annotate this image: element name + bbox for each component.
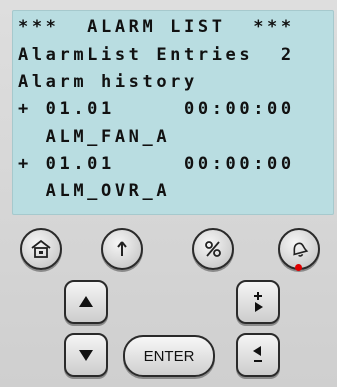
decrement-button[interactable] [236, 333, 280, 377]
lcd-alarm-2-time: + 01.01 00:00:00 [18, 154, 295, 174]
down-button[interactable] [64, 333, 108, 377]
lcd-alarm-2-name: ALM_OVR_A [18, 181, 171, 201]
percent-button[interactable] [192, 228, 234, 270]
up-button[interactable] [64, 280, 108, 324]
info-icon [117, 241, 127, 256]
alarm-indicator-led [295, 264, 302, 271]
home-icon [31, 239, 51, 258]
enter-button[interactable]: ENTER [123, 335, 215, 377]
arrow-up-icon [79, 296, 93, 307]
lcd-alarm-1-time: + 01.01 00:00:00 [18, 99, 295, 119]
decrement-icon [253, 346, 262, 362]
lcd-alarm-1-name: ALM_FAN_A [18, 127, 171, 147]
arrow-down-icon [79, 350, 93, 361]
lcd-entries-line: AlarmList Entries 2 [18, 45, 295, 65]
increment-icon [254, 292, 263, 312]
hmi-panel: *** ALARM LIST *** AlarmList Entries 2 A… [0, 0, 337, 387]
percent-icon [205, 241, 221, 257]
bell-icon [293, 242, 309, 257]
lcd-title-line: *** ALARM LIST *** [18, 17, 295, 37]
info-button[interactable] [101, 228, 143, 270]
increment-button[interactable] [236, 280, 280, 324]
home-button[interactable] [20, 228, 62, 270]
lcd-history-line: Alarm history [18, 72, 198, 92]
lcd-display: *** ALARM LIST *** AlarmList Entries 2 A… [12, 10, 334, 215]
